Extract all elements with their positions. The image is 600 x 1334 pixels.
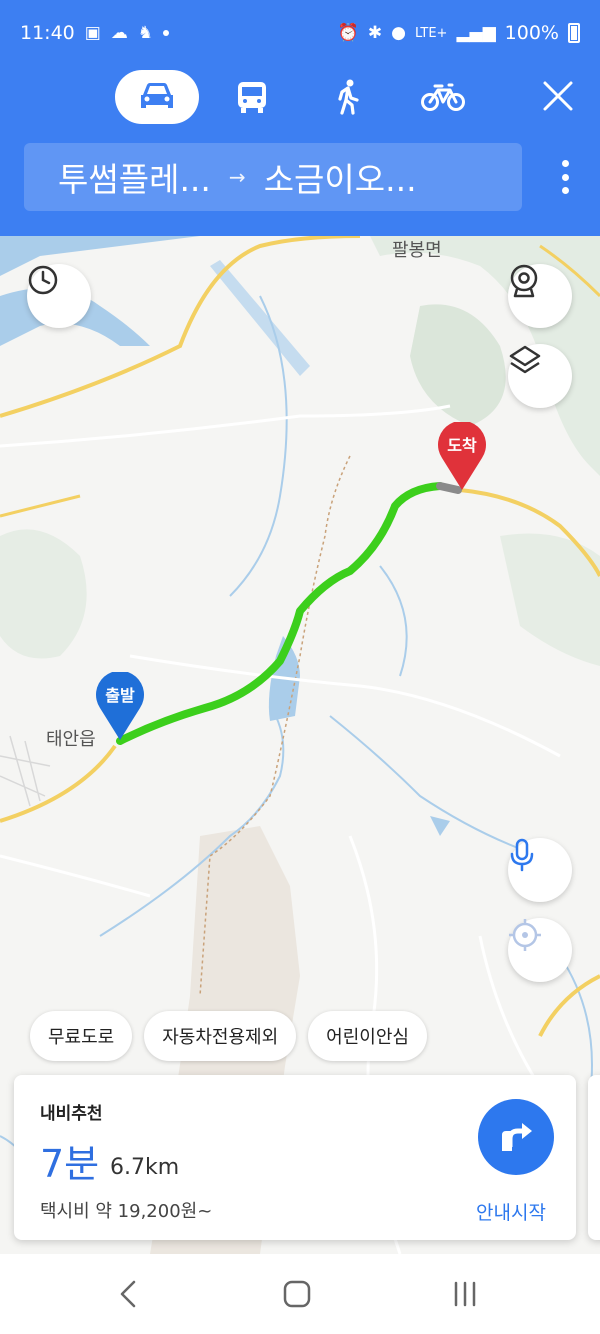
- start-navigation-label[interactable]: 안내시작: [476, 1198, 546, 1225]
- chip-free-road[interactable]: 무료도로: [30, 1011, 133, 1061]
- car-icon: [141, 83, 173, 108]
- start-pin[interactable]: 출발: [92, 672, 148, 742]
- start-navigation-button[interactable]: [478, 1099, 554, 1175]
- more-dot-icon: [561, 187, 569, 194]
- crosshair-icon: [509, 919, 541, 951]
- nav-home-button[interactable]: [277, 1276, 317, 1312]
- recents-icon: [454, 1281, 476, 1307]
- chip-exclude-expressway[interactable]: 자동차전용제외: [144, 1011, 297, 1061]
- notification-dot-icon: [163, 30, 170, 36]
- mode-car-tab[interactable]: [115, 70, 199, 124]
- mode-walk-tab[interactable]: [326, 70, 370, 124]
- end-pin[interactable]: 도착: [434, 422, 490, 492]
- transport-modes: [0, 70, 600, 124]
- forest-area: [0, 529, 87, 659]
- route-origin[interactable]: 투썸플레...: [58, 153, 211, 201]
- start-pin-label: 출발: [105, 686, 135, 705]
- chip-child-safe[interactable]: 어린이안심: [308, 1011, 427, 1061]
- app-header: 11:40 ▣ ☁ ♞ ⏰ ✱ ● LTE+ ▂▄▆ 100% 투썸플레... …: [0, 0, 600, 236]
- my-location-button[interactable]: [508, 918, 572, 982]
- back-chevron-icon: [120, 1280, 136, 1308]
- battery-icon: [568, 23, 580, 43]
- microphone-icon: [510, 838, 534, 872]
- more-dot-icon: [561, 160, 569, 167]
- route-summary[interactable]: 투썸플레... → 소금이오...: [24, 143, 522, 211]
- notification-cloud-icon: ☁: [110, 22, 128, 43]
- route-destination[interactable]: 소금이오...: [264, 153, 417, 201]
- more-options-button[interactable]: [560, 160, 570, 194]
- status-time: 11:40: [20, 22, 75, 44]
- layers-icon: [509, 345, 541, 374]
- bluetooth-icon: ✱: [367, 22, 383, 43]
- notification-app-icon: ▣: [84, 22, 101, 43]
- walk-icon: [338, 79, 359, 115]
- cctv-icon: [510, 264, 538, 298]
- notification-figure-icon: ♞: [137, 22, 154, 43]
- close-icon: [543, 81, 573, 111]
- network-type: LTE+: [414, 25, 448, 41]
- layers-button[interactable]: [508, 344, 572, 408]
- nav-recents-button[interactable]: [445, 1276, 485, 1312]
- route-type-title: 내비추천: [40, 1104, 103, 1124]
- taxi-fare: 택시비 약 19,200원~: [40, 1201, 213, 1222]
- alarm-icon: ⏰: [337, 22, 359, 43]
- forest-area: [410, 304, 506, 426]
- clock-icon: [28, 265, 58, 295]
- end-pin-label: 도착: [447, 436, 477, 455]
- route-option-chips: 무료도로 자동차전용제외 어린이안심: [30, 1011, 427, 1061]
- cctv-button[interactable]: [508, 264, 572, 328]
- next-route-card-peek[interactable]: [588, 1075, 600, 1240]
- pond: [430, 816, 450, 836]
- mode-bike-tab[interactable]: [418, 70, 468, 124]
- route-distance: 6.7km: [110, 1155, 180, 1180]
- route-duration: 7분: [40, 1142, 100, 1186]
- status-bar: 11:40 ▣ ☁ ♞ ⏰ ✱ ● LTE+ ▂▄▆ 100%: [0, 0, 600, 66]
- map-label-paldong: 팔봉면: [392, 240, 442, 261]
- nav-back-button[interactable]: [108, 1276, 148, 1312]
- battery-percent: 100%: [504, 22, 559, 44]
- more-dot-icon: [561, 173, 569, 181]
- water-area: [210, 260, 310, 376]
- signal-icon: ▂▄▆: [456, 22, 496, 43]
- route-arrow: →: [228, 165, 246, 189]
- navigation-turn-icon: [502, 1123, 532, 1151]
- close-button[interactable]: [542, 80, 574, 112]
- history-button[interactable]: [27, 264, 91, 328]
- bus-icon: [238, 82, 266, 113]
- voice-search-button[interactable]: [508, 838, 572, 902]
- system-nav-bar: [0, 1254, 600, 1334]
- location-icon: ●: [391, 22, 406, 43]
- mode-bus-tab[interactable]: [230, 70, 274, 124]
- bike-icon: [421, 83, 465, 111]
- route-result-card[interactable]: 내비추천 7분 6.7km 택시비 약 19,200원~ 안내시작: [14, 1075, 576, 1240]
- home-square-icon: [283, 1280, 311, 1308]
- map-label-taean: 태안읍: [46, 729, 96, 750]
